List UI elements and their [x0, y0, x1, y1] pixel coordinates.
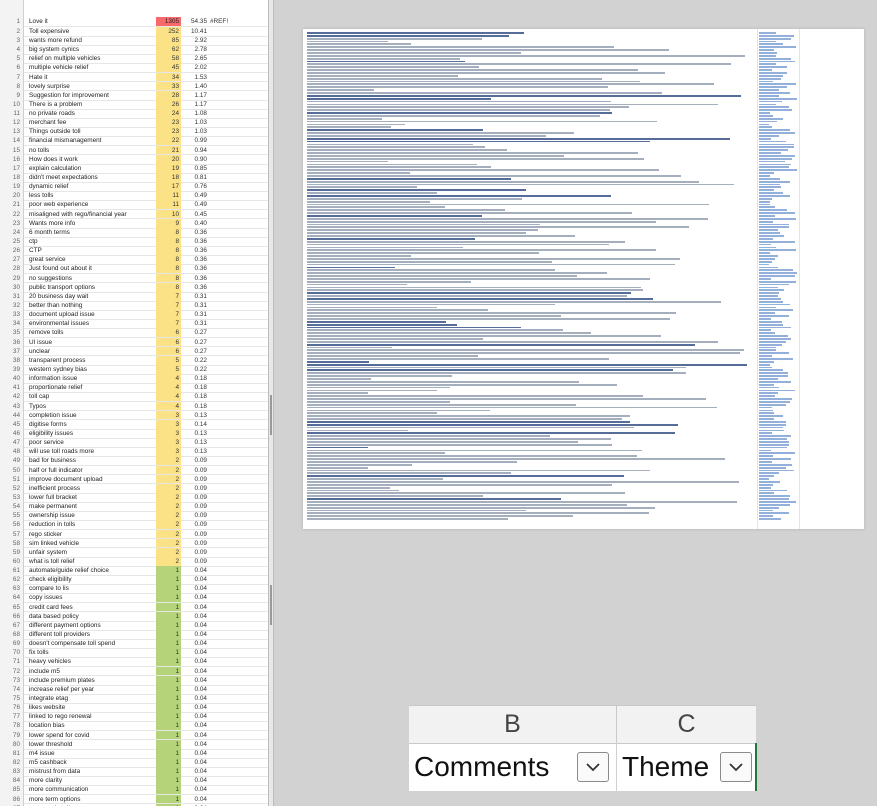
chevron-down-icon [729, 763, 743, 772]
column-header-b[interactable]: B [409, 706, 617, 744]
chevron-down-icon [586, 763, 600, 772]
pane-splitter[interactable] [268, 0, 274, 806]
sheet-row-header[interactable]: 1 Love it 1305 54.35 #REF! [0, 17, 268, 27]
page-preview [303, 29, 864, 529]
splitter-handle[interactable] [270, 585, 272, 625]
row-number: 1 [16, 18, 20, 25]
summary-sheet-panel[interactable]: 1 Love it 1305 54.35 #REF! 2 Toll expensi… [0, 0, 268, 806]
filter-dropdown-button[interactable] [720, 752, 752, 782]
column-header-c[interactable]: C [617, 706, 756, 744]
splitter-handle[interactable] [270, 395, 272, 435]
zoomed-header-crop: B C Comments Theme [409, 705, 757, 791]
comments-header-cell[interactable]: Comments [414, 744, 549, 790]
filter-dropdown-button[interactable] [577, 752, 609, 782]
theme-header-cell[interactable]: Theme [622, 744, 709, 790]
